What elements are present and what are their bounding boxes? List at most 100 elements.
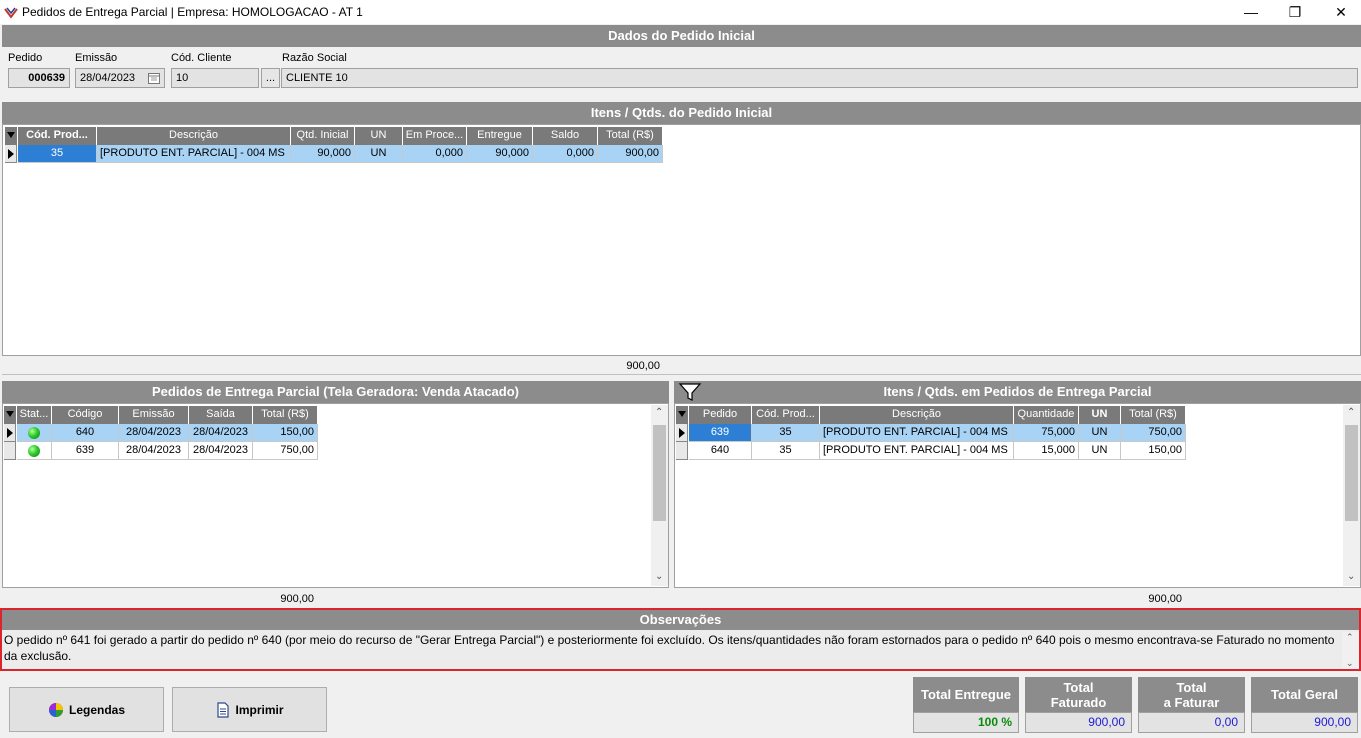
- scroll-up-icon[interactable]: ⌃: [1347, 407, 1355, 418]
- pedido-field[interactable]: 000639: [8, 68, 70, 88]
- scroll-down-icon[interactable]: ⌄: [1347, 571, 1355, 582]
- col-qtd-inicial[interactable]: Qtd. Inicial: [291, 127, 355, 145]
- col-entregue[interactable]: Entregue: [467, 127, 533, 145]
- cell-descricao[interactable]: [PRODUTO ENT. PARCIAL] - 004 MS: [820, 442, 1014, 460]
- table-row[interactable]: 639 28/04/2023 28/04/2023 750,00: [4, 442, 318, 460]
- col-saldo[interactable]: Saldo: [533, 127, 598, 145]
- vertical-scrollbar[interactable]: ⌃ ⌄: [1343, 405, 1360, 586]
- cell-saldo[interactable]: 0,000: [533, 145, 598, 163]
- calendar-icon[interactable]: [148, 72, 160, 84]
- pedido-label: Pedido: [8, 52, 43, 64]
- cell-quantidade[interactable]: 75,000: [1014, 424, 1079, 442]
- total-a-faturar-label-line1: Total: [1176, 679, 1207, 695]
- total-faturado-value: 900,00: [1025, 712, 1132, 733]
- itens-inicial-footer-total: 900,00: [626, 360, 660, 372]
- cell-qtd-inicial[interactable]: 90,000: [291, 145, 355, 163]
- emissao-label: Emissão: [75, 52, 118, 64]
- color-wheel-icon: [48, 702, 63, 717]
- table-row[interactable]: 640 35 [PRODUTO ENT. PARCIAL] - 004 MS 1…: [676, 442, 1186, 460]
- cell-total[interactable]: 150,00: [253, 424, 318, 442]
- emissao-field[interactable]: 28/04/2023: [75, 68, 165, 88]
- cell-status[interactable]: [17, 424, 52, 442]
- col-em-processo[interactable]: Em Proce...: [403, 127, 467, 145]
- col-un[interactable]: UN: [1079, 406, 1121, 424]
- dados-pedido-header: Dados do Pedido Inicial: [2, 25, 1361, 47]
- cell-descricao[interactable]: [PRODUTO ENT. PARCIAL] - 004 MS: [97, 145, 291, 163]
- col-emissao[interactable]: Emissão: [119, 406, 189, 424]
- col-total[interactable]: Total (R$): [1121, 406, 1186, 424]
- scrollbar-thumb[interactable]: [1345, 425, 1358, 521]
- current-row-icon: [8, 149, 14, 159]
- cell-quantidade[interactable]: 15,000: [1014, 442, 1079, 460]
- scroll-up-icon[interactable]: ⌃: [1346, 632, 1354, 643]
- cell-saida[interactable]: 28/04/2023: [189, 424, 253, 442]
- cell-cod-prod[interactable]: 35: [752, 424, 820, 442]
- imprimir-button[interactable]: Imprimir: [172, 687, 327, 732]
- col-cod-prod[interactable]: Cód. Prod...: [18, 127, 97, 145]
- col-descricao[interactable]: Descrição: [97, 127, 291, 145]
- cod-cliente-field[interactable]: 10: [171, 68, 259, 88]
- table-row[interactable]: 639 35 [PRODUTO ENT. PARCIAL] - 004 MS 7…: [676, 424, 1186, 442]
- cell-total[interactable]: 750,00: [253, 442, 318, 460]
- observacoes-scrollbar[interactable]: ⌃ ⌄: [1342, 632, 1359, 669]
- cell-emissao[interactable]: 28/04/2023: [119, 442, 189, 460]
- pedidos-parcial-grid[interactable]: Stat... Código Emissão Saída Total (R$) …: [2, 403, 669, 588]
- cell-descricao[interactable]: [PRODUTO ENT. PARCIAL] - 004 MS: [820, 424, 1014, 442]
- restore-button[interactable]: ❐: [1272, 0, 1318, 24]
- col-codigo[interactable]: Código: [52, 406, 119, 424]
- cell-entregue[interactable]: 90,000: [467, 145, 533, 163]
- itens-inicial-grid[interactable]: Cód. Prod... Descrição Qtd. Inicial UN E…: [2, 124, 1361, 356]
- total-entregue-label: Total Entregue: [913, 677, 1019, 712]
- status-green-icon: [28, 445, 40, 457]
- itens-inicial-footer: 900,00: [2, 357, 1361, 375]
- scrollbar-thumb[interactable]: [653, 425, 666, 521]
- cell-total[interactable]: 750,00: [1121, 424, 1186, 442]
- cell-total[interactable]: 900,00: [598, 145, 663, 163]
- pedidos-parcial-header: Pedidos de Entrega Parcial (Tela Gerador…: [2, 381, 669, 403]
- col-status[interactable]: Stat...: [17, 406, 52, 424]
- filter-icon[interactable]: [678, 382, 702, 402]
- itens-parcial-header: Itens / Qtds. em Pedidos de Entrega Parc…: [674, 381, 1361, 403]
- vertical-scrollbar[interactable]: ⌃ ⌄: [651, 405, 668, 586]
- scroll-up-icon[interactable]: ⌃: [655, 407, 663, 418]
- legendas-button[interactable]: Legendas: [9, 687, 164, 732]
- itens-parcial-grid[interactable]: Pedido Cód. Prod... Descrição Quantidade…: [674, 403, 1361, 588]
- total-geral-label: Total Geral: [1251, 677, 1358, 712]
- col-pedido[interactable]: Pedido: [689, 406, 752, 424]
- col-total[interactable]: Total (R$): [253, 406, 318, 424]
- cell-codigo[interactable]: 640: [52, 424, 119, 442]
- scroll-down-icon[interactable]: ⌄: [655, 571, 663, 582]
- row-indicator: [4, 424, 16, 442]
- cell-cod-prod[interactable]: 35: [18, 145, 97, 163]
- cell-pedido[interactable]: 639: [689, 424, 752, 442]
- cell-em-processo[interactable]: 0,000: [403, 145, 467, 163]
- cell-un[interactable]: UN: [355, 145, 403, 163]
- cell-emissao[interactable]: 28/04/2023: [119, 424, 189, 442]
- minimize-button[interactable]: —: [1228, 0, 1274, 24]
- client-lookup-button[interactable]: ...: [261, 68, 280, 88]
- close-button[interactable]: ✕: [1318, 0, 1361, 24]
- col-descricao[interactable]: Descrição: [820, 406, 1014, 424]
- table-row[interactable]: 35 [PRODUTO ENT. PARCIAL] - 004 MS 90,00…: [5, 145, 663, 163]
- scroll-down-icon[interactable]: ⌄: [1346, 658, 1354, 669]
- total-faturado-label: Total Faturado: [1025, 677, 1132, 712]
- col-saida[interactable]: Saída: [189, 406, 253, 424]
- col-un[interactable]: UN: [355, 127, 403, 145]
- pedidos-parcial-footer-total: 900,00: [280, 593, 314, 605]
- cell-status[interactable]: [17, 442, 52, 460]
- cell-un[interactable]: UN: [1079, 424, 1121, 442]
- total-a-faturar-label: Total a Faturar: [1138, 677, 1245, 712]
- cell-un[interactable]: UN: [1079, 442, 1121, 460]
- itens-parcial-title: Itens / Qtds. em Pedidos de Entrega Parc…: [883, 384, 1152, 399]
- cell-codigo[interactable]: 639: [52, 442, 119, 460]
- col-quantidade[interactable]: Quantidade: [1014, 406, 1079, 424]
- cell-pedido[interactable]: 640: [689, 442, 752, 460]
- cell-total[interactable]: 150,00: [1121, 442, 1186, 460]
- col-total[interactable]: Total (R$): [598, 127, 663, 145]
- cell-saida[interactable]: 28/04/2023: [189, 442, 253, 460]
- cell-cod-prod[interactable]: 35: [752, 442, 820, 460]
- col-cod-prod[interactable]: Cód. Prod...: [752, 406, 820, 424]
- razao-social-field[interactable]: CLIENTE 10: [281, 68, 1358, 88]
- table-row[interactable]: 640 28/04/2023 28/04/2023 150,00: [4, 424, 318, 442]
- window-title: Pedidos de Entrega Parcial | Empresa: HO…: [22, 5, 363, 19]
